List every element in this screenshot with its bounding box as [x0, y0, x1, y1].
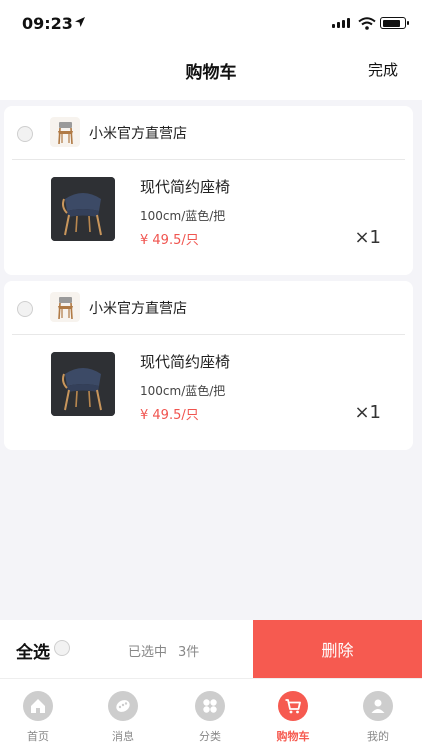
store-avatar — [50, 292, 80, 322]
tab-label: 我的 — [367, 730, 389, 743]
nav-bar: 购物车 完成 — [0, 44, 422, 100]
cellular-signal-icon — [332, 18, 350, 28]
product-image[interactable] — [51, 177, 115, 241]
select-all-label[interactable]: 全选 — [16, 638, 50, 663]
select-all-radio[interactable] — [54, 640, 70, 656]
store-avatar — [50, 117, 80, 147]
product-price: ¥ 49.5/只 — [140, 408, 199, 423]
product-spec: 100cm/蓝色/把 — [140, 384, 226, 398]
selected-label: 已选中 — [128, 645, 168, 660]
product-image[interactable] — [51, 352, 115, 416]
product-quantity: ×1 — [354, 227, 381, 248]
profile-icon — [363, 691, 393, 721]
cart-store-card: 小米官方直营店 现代简约座椅 100cm/蓝色/把 ¥ 49.5/只 ×1 — [4, 281, 413, 450]
tab-messages[interactable]: 消息 — [93, 691, 153, 747]
store-name[interactable]: 小米官方直营店 — [89, 298, 187, 318]
divider — [12, 334, 405, 335]
category-icon — [195, 691, 225, 721]
product-quantity: ×1 — [354, 402, 381, 423]
status-bar: 09:23 — [0, 0, 422, 44]
home-icon — [23, 691, 53, 721]
tab-label: 首页 — [27, 730, 49, 743]
product-name[interactable]: 现代简约座椅 — [140, 176, 230, 197]
product-name[interactable]: 现代简约座椅 — [140, 351, 230, 372]
store-name[interactable]: 小米官方直营店 — [89, 123, 187, 143]
selected-count: 3件 — [178, 645, 200, 660]
wifi-icon — [358, 15, 376, 34]
delete-button[interactable]: 删除 — [253, 620, 422, 678]
product-price: ¥ 49.5/只 — [140, 233, 199, 248]
store-select-radio[interactable] — [17, 126, 33, 142]
tab-category[interactable]: 分类 — [180, 691, 240, 747]
tab-home[interactable]: 首页 — [8, 691, 68, 747]
battery-icon — [380, 17, 409, 29]
tab-cart[interactable]: 购物车 — [263, 691, 323, 747]
done-button[interactable]: 完成 — [368, 59, 398, 80]
tab-label: 分类 — [199, 730, 221, 743]
tab-profile[interactable]: 我的 — [348, 691, 408, 747]
divider — [12, 159, 405, 160]
tab-bar: 首页 消息 分类 购物车 我的 — [0, 678, 422, 750]
page-title: 购物车 — [185, 63, 237, 83]
location-arrow-icon — [74, 13, 86, 32]
status-time: 09:23 — [22, 14, 73, 33]
message-icon — [108, 691, 138, 721]
cart-action-bar: 全选 已选中 3件 删除 — [0, 620, 422, 678]
store-select-radio[interactable] — [17, 301, 33, 317]
tab-label: 消息 — [112, 730, 134, 743]
cart-icon — [278, 691, 308, 721]
tab-label: 购物车 — [276, 730, 310, 743]
product-spec: 100cm/蓝色/把 — [140, 209, 226, 223]
cart-store-card: 小米官方直营店 现代简约座椅 100cm/蓝色/把 ¥ 49.5/只 ×1 — [4, 106, 413, 275]
